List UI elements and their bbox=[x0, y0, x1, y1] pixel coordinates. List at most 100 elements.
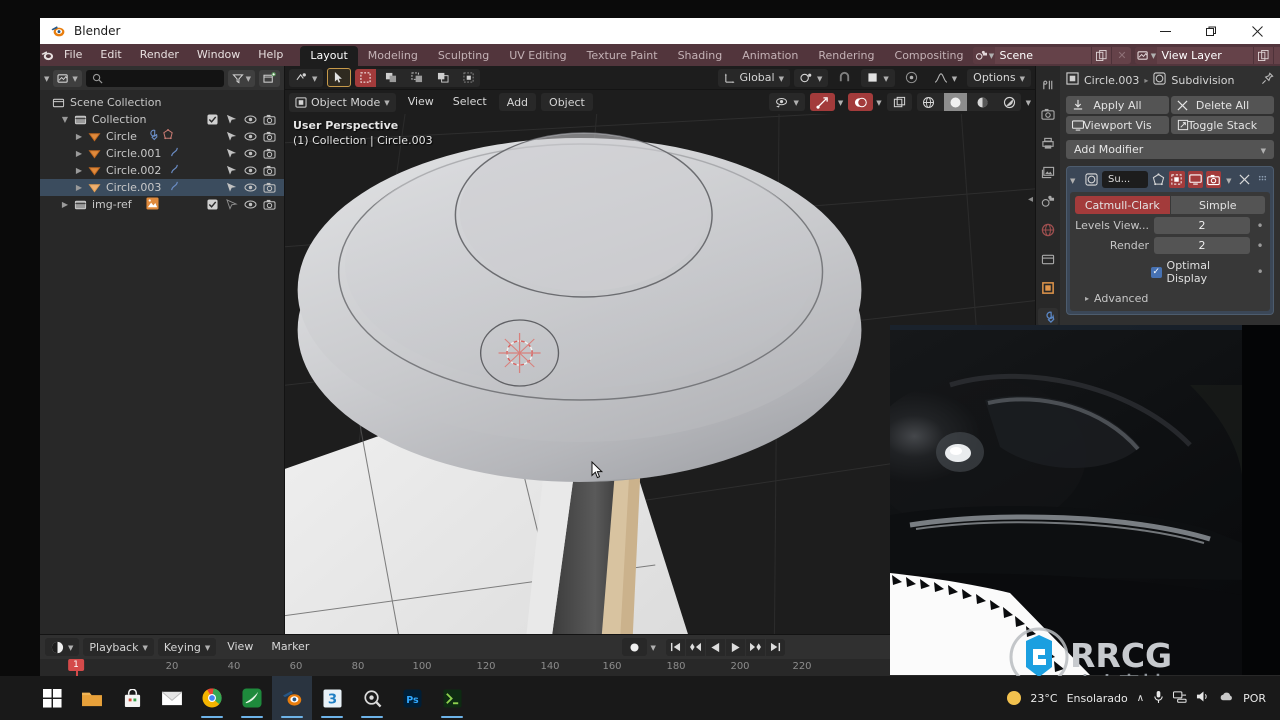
menu-help[interactable]: Help bbox=[249, 44, 292, 66]
add-modifier-button[interactable]: Add Modifier ▼ bbox=[1066, 140, 1274, 159]
disclosure-triangle-icon[interactable]: ▼ bbox=[58, 115, 72, 124]
tab-shading[interactable]: Shading bbox=[668, 46, 733, 66]
mail-icon[interactable] bbox=[152, 676, 192, 720]
photoshop-icon[interactable]: Ps bbox=[392, 676, 432, 720]
menu-file[interactable]: File bbox=[55, 44, 91, 66]
outliner-row-img-ref[interactable]: ▶ img-ref bbox=[40, 196, 284, 213]
outliner-row-collection[interactable]: ▼ Collection bbox=[40, 111, 284, 128]
on-cage-toggle-icon[interactable] bbox=[1151, 171, 1166, 188]
outliner-display-mode[interactable]: ▼ bbox=[53, 69, 82, 87]
selectable-icon[interactable] bbox=[225, 164, 238, 177]
disable-in-renders-icon[interactable] bbox=[263, 147, 276, 160]
render-toggle-icon[interactable] bbox=[1205, 171, 1222, 188]
disable-in-renders-icon[interactable] bbox=[263, 198, 276, 211]
render-properties-tab[interactable] bbox=[1038, 105, 1058, 123]
google-chrome-icon[interactable] bbox=[192, 676, 232, 720]
levels-viewport-input[interactable]: 2 bbox=[1154, 217, 1250, 234]
catmull-clark-button[interactable]: Catmull-Clark bbox=[1075, 196, 1170, 214]
outliner-search-input[interactable] bbox=[85, 69, 224, 87]
selectable-icon[interactable] bbox=[225, 113, 238, 126]
previous-keyframe-button[interactable] bbox=[685, 638, 705, 656]
disable-in-renders-icon[interactable] bbox=[263, 113, 276, 126]
app-terminal-icon[interactable] bbox=[432, 676, 472, 720]
tool-properties-tab[interactable] bbox=[1038, 76, 1058, 94]
tab-uv-editing[interactable]: UV Editing bbox=[499, 46, 576, 66]
viewport-vis-button[interactable]: Viewport Vis bbox=[1066, 116, 1169, 134]
object-properties-tab[interactable] bbox=[1038, 279, 1058, 297]
outliner-tree[interactable]: Scene Collection ▼ Collection ▶ Circle ▶… bbox=[40, 90, 284, 634]
curve-data-icon[interactable] bbox=[169, 180, 180, 195]
wrench-icon[interactable] bbox=[145, 129, 158, 144]
collection-checkbox[interactable] bbox=[206, 113, 219, 126]
minimize-button[interactable] bbox=[1142, 18, 1188, 44]
edit-mode-toggle-icon[interactable] bbox=[1169, 171, 1185, 188]
tab-layout[interactable]: Layout bbox=[300, 46, 358, 66]
next-keyframe-button[interactable] bbox=[745, 638, 765, 656]
play-button[interactable] bbox=[725, 638, 745, 656]
disable-in-renders-icon[interactable] bbox=[263, 181, 276, 194]
timeline-menu-view[interactable]: View bbox=[220, 638, 260, 656]
pt-language-label[interactable]: POR bbox=[1243, 692, 1266, 705]
disclosure-triangle-icon[interactable]: ▶ bbox=[72, 166, 86, 175]
rendered-shading-button[interactable] bbox=[998, 93, 1021, 111]
keying-menu[interactable]: Keying ▼ bbox=[157, 638, 217, 656]
delete-all-button[interactable]: Delete All bbox=[1171, 96, 1274, 114]
outliner-filter-button[interactable]: ▼ bbox=[227, 69, 255, 87]
select-set-button[interactable] bbox=[355, 68, 377, 87]
disclosure-triangle-icon[interactable]: ▶ bbox=[72, 183, 86, 192]
snap-target-button[interactable]: ▼ bbox=[861, 68, 895, 87]
collection-properties-tab[interactable] bbox=[1038, 250, 1058, 268]
shading-chevron-icon[interactable]: ▼ bbox=[1026, 99, 1031, 107]
advanced-section-header[interactable]: ▸ Advanced bbox=[1075, 292, 1265, 305]
playback-menu[interactable]: Playback ▼ bbox=[83, 638, 154, 656]
select-invert-button[interactable] bbox=[432, 69, 454, 87]
scene-properties-tab[interactable] bbox=[1038, 192, 1058, 210]
disclosure-triangle-icon[interactable]: ▶ bbox=[72, 149, 86, 158]
toggle-stack-button[interactable]: Toggle Stack bbox=[1171, 116, 1274, 134]
levels-render-input[interactable]: 2 bbox=[1154, 237, 1250, 254]
falloff-curve-button[interactable]: ▼ bbox=[928, 69, 963, 87]
pivot-point-button[interactable]: ▼ bbox=[793, 68, 829, 87]
disable-in-renders-icon[interactable] bbox=[263, 164, 276, 177]
close-button[interactable] bbox=[1234, 18, 1280, 44]
simple-button[interactable]: Simple bbox=[1170, 196, 1265, 214]
microsoft-store-icon[interactable] bbox=[112, 676, 152, 720]
modifier-properties-tab[interactable] bbox=[1038, 308, 1058, 326]
animate-property-dot-icon[interactable]: • bbox=[1255, 219, 1265, 233]
active-tool-button[interactable] bbox=[327, 68, 352, 87]
disable-in-renders-icon[interactable] bbox=[263, 130, 276, 143]
grip-dots-icon[interactable] bbox=[1255, 171, 1270, 188]
viewport-menu-select[interactable]: Select bbox=[446, 93, 494, 111]
blender-taskbar-icon[interactable] bbox=[272, 676, 312, 720]
mesh-data-icon[interactable] bbox=[162, 129, 174, 144]
viewport-menu-add[interactable]: Add bbox=[498, 93, 537, 111]
hide-in-viewport-icon[interactable] bbox=[244, 181, 257, 194]
realtime-toggle-icon[interactable] bbox=[1187, 171, 1203, 188]
gizmo-chevron-icon[interactable]: ▼ bbox=[838, 99, 843, 107]
curve-data-icon[interactable] bbox=[169, 146, 180, 161]
selectable-icon[interactable] bbox=[225, 198, 238, 211]
selectable-icon[interactable] bbox=[225, 130, 238, 143]
auto-keying-chevron-icon[interactable]: ▼ bbox=[651, 644, 656, 652]
sidebar-expand-arrow-icon[interactable]: ◂ bbox=[1028, 194, 1033, 205]
snap-toggle-button[interactable] bbox=[832, 69, 857, 87]
interaction-mode-button[interactable]: Object Mode ▼ bbox=[289, 92, 396, 112]
onedrive-icon[interactable] bbox=[1219, 691, 1234, 706]
auto-keying-button[interactable] bbox=[621, 638, 647, 656]
remove-modifier-icon[interactable] bbox=[1237, 171, 1252, 188]
viewport-menu-view[interactable]: View bbox=[401, 93, 441, 111]
jump-to-start-button[interactable] bbox=[665, 638, 685, 656]
tab-compositing[interactable]: Compositing bbox=[885, 46, 974, 66]
hide-in-viewport-icon[interactable] bbox=[244, 147, 257, 160]
menu-render[interactable]: Render bbox=[131, 44, 188, 66]
xray-toggle-button[interactable] bbox=[886, 93, 912, 111]
apply-all-button[interactable]: Apply All bbox=[1066, 96, 1169, 114]
world-properties-tab[interactable] bbox=[1038, 221, 1058, 239]
animate-property-dot-icon[interactable]: • bbox=[1255, 239, 1265, 253]
hide-in-viewport-icon[interactable] bbox=[244, 113, 257, 126]
editor-type-button[interactable]: ▼ bbox=[289, 68, 324, 87]
select-intersect-button[interactable] bbox=[458, 69, 480, 87]
curve-data-icon[interactable] bbox=[169, 163, 180, 178]
solid-shading-button[interactable] bbox=[943, 93, 967, 111]
outliner-row-circle-002[interactable]: ▶ Circle.002 bbox=[40, 162, 284, 179]
